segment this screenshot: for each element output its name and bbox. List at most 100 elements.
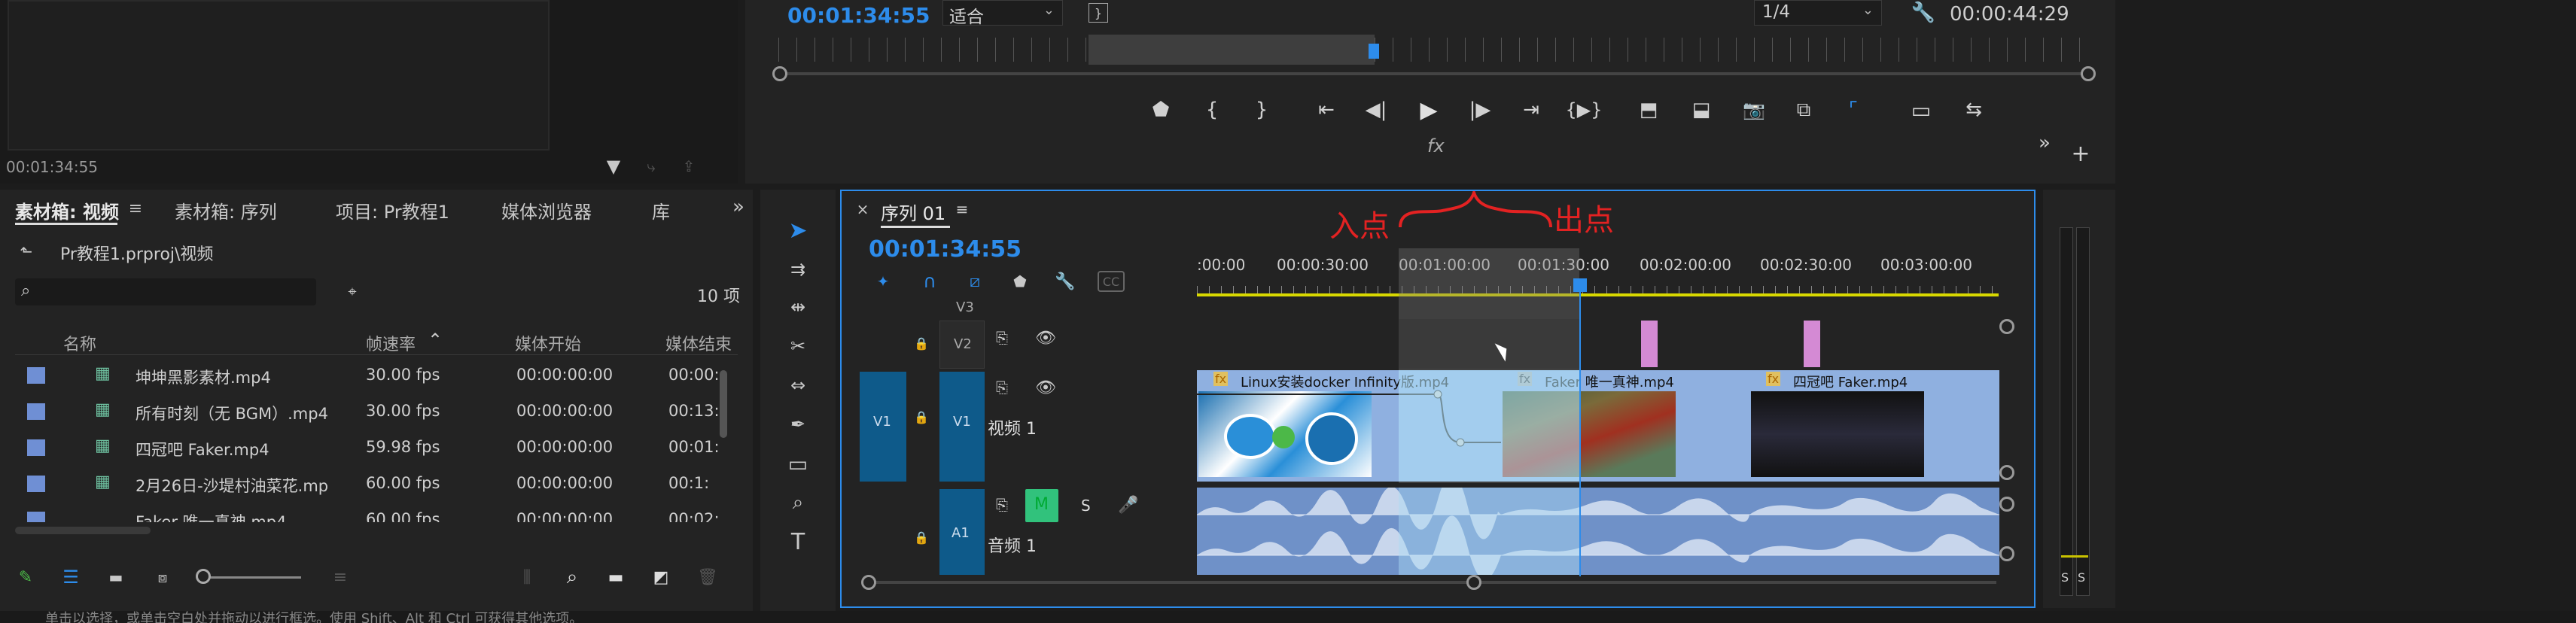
program-inout-range[interactable]: [1089, 35, 1375, 65]
scroll-handle-right[interactable]: [2081, 66, 2096, 81]
wrench-icon[interactable]: 🔧: [1911, 0, 1936, 26]
playhead-handle[interactable]: [1573, 278, 1587, 292]
color-label[interactable]: [27, 367, 45, 384]
vertical-scroll-handle[interactable]: [1999, 319, 2014, 334]
color-label[interactable]: [27, 403, 45, 420]
multi-camera-icon[interactable]: ▭: [1906, 95, 1936, 125]
column-media-end[interactable]: 媒体结束: [665, 331, 732, 355]
v2-clip[interactable]: [1804, 321, 1820, 367]
horizontal-scroll-handle[interactable]: [861, 575, 876, 590]
track-v1-source[interactable]: V1: [860, 372, 906, 482]
captions-icon[interactable]: CC: [1098, 271, 1125, 292]
play-icon[interactable]: ▶: [1414, 95, 1444, 125]
eye-icon[interactable]: 👁: [1034, 327, 1057, 349]
timeline-timecode[interactable]: 00:01:34:55: [869, 236, 1022, 263]
trash-icon[interactable]: 🗑: [696, 566, 720, 588]
go-to-out-icon[interactable]: ⇥: [1516, 95, 1546, 125]
list-scrollbar[interactable]: [720, 370, 727, 438]
program-zoom-scroll[interactable]: [778, 72, 2088, 75]
close-icon[interactable]: ×: [854, 199, 872, 220]
column-media-start[interactable]: 媒体开始: [515, 331, 581, 355]
snap-icon[interactable]: ∩: [918, 271, 941, 292]
list-item[interactable]: ▦ 坤坤黑影素材.mp4 30.00 fps 00:00:00:00 00:00…: [15, 357, 723, 393]
go-to-in-icon[interactable]: ⇤: [1311, 95, 1341, 125]
color-label[interactable]: [27, 512, 45, 522]
toggle-sync-lock-icon[interactable]: ⎘: [991, 327, 1013, 349]
program-playhead[interactable]: [1369, 44, 1379, 59]
mark-in-icon[interactable]: {: [1197, 95, 1227, 125]
tab-bin-sequence[interactable]: 素材箱: 序列: [175, 197, 277, 223]
tab-libraries[interactable]: 库: [652, 197, 670, 223]
menu-icon[interactable]: ≡: [126, 197, 145, 220]
v2-clip[interactable]: [1641, 321, 1658, 367]
zoom-slider[interactable]: [203, 576, 301, 579]
tab-project[interactable]: 项目: Pr教程1: [336, 197, 449, 223]
filter-icon[interactable]: ▼: [602, 155, 625, 178]
list-item[interactable]: ▦ 所有时刻（无 BGM）.mp4 30.00 fps 00:00:00:00 …: [15, 393, 723, 429]
work-area-bar[interactable]: [1197, 293, 1999, 296]
nest-icon[interactable]: ✦: [872, 271, 894, 292]
more-controls-icon[interactable]: »: [2029, 128, 2060, 158]
horizontal-scrollbar[interactable]: [15, 527, 151, 534]
icon-view-icon[interactable]: ▬: [104, 566, 128, 588]
vertical-scroll-handle[interactable]: [1999, 497, 2014, 512]
toggle-proxy-icon[interactable]: ⇆: [1959, 95, 1989, 125]
more-tabs-icon[interactable]: »: [727, 196, 750, 218]
marker-icon[interactable]: ⬟: [1009, 271, 1031, 292]
folder-up-icon[interactable]: ⬑: [15, 241, 38, 262]
add-button-icon[interactable]: +: [2066, 138, 2096, 169]
color-label[interactable]: [27, 476, 45, 492]
safe-margins-icon[interactable]: ⌜: [1838, 95, 1868, 125]
menu-icon[interactable]: ≡: [953, 199, 971, 220]
scroll-handle-left[interactable]: [772, 66, 787, 81]
automate-icon[interactable]: ⫼: [513, 566, 540, 588]
solo-button[interactable]: S: [1081, 497, 1091, 515]
bracket-icon[interactable]: }: [1089, 3, 1108, 23]
toggle-sync-lock-icon[interactable]: ⎘: [991, 376, 1013, 399]
search-input[interactable]: [44, 281, 307, 302]
play-in-to-out-icon[interactable]: {▶}: [1566, 95, 1603, 125]
track-v1-header[interactable]: V1: [939, 372, 985, 482]
video-clip[interactable]: fx 四冠吧 Faker.mp4: [1749, 370, 1999, 482]
toggle-sync-lock-icon[interactable]: ⎘: [991, 494, 1013, 516]
lock-icon[interactable]: 🔒: [912, 528, 930, 546]
tab-media-browser[interactable]: 媒体浏览器: [501, 197, 592, 223]
list-item[interactable]: ▦ 四冠吧 Faker.mp4 59.98 fps 00:00:00:00 00…: [15, 429, 723, 465]
find-icon[interactable]: ⌕: [560, 566, 584, 588]
sort-ascending-icon[interactable]: ⌃: [428, 330, 443, 351]
vertical-scroll-handle[interactable]: [1999, 465, 2014, 480]
lock-icon[interactable]: 🔒: [912, 334, 930, 352]
microphone-icon[interactable]: 🎤: [1117, 494, 1140, 516]
wrench-icon[interactable]: 🔧: [1054, 271, 1076, 292]
track-a1-header[interactable]: A1: [939, 489, 985, 575]
step-back-icon[interactable]: ◀|: [1361, 95, 1391, 125]
solo-left-button[interactable]: S: [2061, 570, 2069, 585]
lock-icon[interactable]: 🔒: [912, 408, 930, 426]
new-item-icon[interactable]: ◩: [649, 566, 673, 588]
pen-tool-icon[interactable]: ✒: [783, 409, 813, 439]
solo-right-button[interactable]: S: [2078, 570, 2085, 585]
track-v2-header[interactable]: V2: [939, 321, 985, 369]
timeline-tab-label[interactable]: 序列 01: [881, 199, 945, 225]
mute-button[interactable]: M: [1025, 489, 1058, 522]
find-icon[interactable]: ⌖: [340, 280, 364, 302]
freeform-view-icon[interactable]: ⧈: [148, 566, 178, 588]
column-name[interactable]: 名称: [63, 331, 96, 355]
eye-icon[interactable]: 👁: [1034, 376, 1057, 399]
export-frame-icon[interactable]: ⇪: [677, 155, 700, 178]
search-box[interactable]: ⌕: [15, 278, 316, 305]
horizontal-scroll-track[interactable]: [867, 581, 1996, 584]
program-mini-ruler[interactable]: [778, 38, 2088, 62]
track-select-tool-icon[interactable]: ⇉: [783, 254, 813, 284]
list-view-icon[interactable]: ☰: [57, 566, 84, 588]
type-tool-icon[interactable]: T: [783, 527, 813, 557]
lift-icon[interactable]: ⬒: [1634, 95, 1664, 125]
sort-icons-icon[interactable]: ≡: [325, 566, 355, 588]
list-item[interactable]: Faker 唯一真神.mp4 60.00 fps 00:00:00:00 00:…: [15, 501, 723, 522]
program-timecode[interactable]: 00:01:34:55: [787, 3, 930, 28]
compare-icon[interactable]: ⧉: [1789, 95, 1819, 125]
ripple-edit-tool-icon[interactable]: ⇹: [783, 292, 813, 322]
list-item[interactable]: ▦ 2月26日-沙堤村油菜花.mp 60.00 fps 00:00:00:00 …: [15, 465, 723, 501]
hand-tool-icon[interactable]: ⌕: [783, 488, 813, 518]
marker-icon[interactable]: ⬟: [1146, 95, 1176, 125]
